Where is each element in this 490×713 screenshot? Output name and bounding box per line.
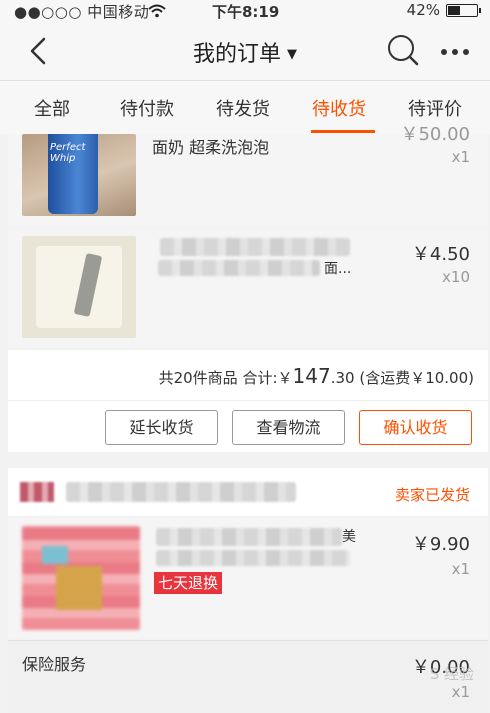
redacted-text: [66, 482, 296, 502]
summary-prefix: 共20件商品 合计:￥: [158, 369, 293, 387]
view-logistics-button[interactable]: 查看物流: [232, 410, 345, 445]
order-item[interactable]: 美 七天退换 ￥9.90 x1: [8, 518, 488, 638]
battery-icon: [446, 3, 481, 17]
carrier-label: ●●○○○ 中国移动: [14, 3, 150, 21]
seven-day-return-badge: 七天退换: [154, 572, 223, 594]
redacted-text: [160, 238, 350, 256]
redacted-text: [156, 550, 350, 566]
tab-all[interactable]: 全部: [34, 95, 70, 121]
product-price: ￥9.90: [411, 534, 470, 555]
product-quantity: x10: [442, 268, 470, 286]
redacted-text: [158, 260, 320, 276]
order-summary: 共20件商品 合计:￥147.30 (含运费￥10.00): [8, 350, 488, 400]
shop-icon: [20, 482, 54, 502]
shop-header[interactable]: 卖家已发货: [8, 468, 488, 516]
page-title-text: 我的订单: [192, 42, 281, 67]
clock: 下午8:19: [212, 3, 280, 21]
product-title: 面奶 超柔洗泡泡: [152, 138, 270, 157]
nav-bar: 我的订单 ▼: [0, 22, 490, 80]
redacted-text: [156, 528, 342, 546]
summary-shipping: (含运费￥10.00): [359, 369, 474, 387]
insurance-service-label: 保险服务: [22, 655, 87, 674]
order-actions: 延长收货 查看物流 确认收货: [8, 400, 488, 452]
product-title: 面...: [324, 261, 352, 277]
wifi-icon: [148, 4, 166, 18]
battery-percent: 42%: [406, 1, 440, 19]
product-price: ￥4.50: [411, 244, 470, 265]
watermark-logo: S 经验: [429, 665, 474, 683]
extend-receipt-button[interactable]: 延长收货: [105, 410, 218, 445]
product-quantity: x1: [451, 560, 470, 578]
product-price: ￥50.00: [400, 124, 470, 145]
tab-pending-receipt[interactable]: 待收货: [312, 95, 366, 121]
order-item[interactable]: 面... ￥4.50 x10: [8, 230, 488, 348]
confirm-receipt-button[interactable]: 确认收货: [359, 410, 472, 445]
more-icon[interactable]: [440, 48, 470, 56]
tab-pending-review[interactable]: 待评价: [408, 95, 462, 121]
summary-amount: 147: [292, 364, 331, 388]
product-quantity: x1: [451, 148, 470, 166]
tab-pending-shipment[interactable]: 待发货: [216, 95, 270, 121]
chevron-down-icon: ▼: [287, 47, 297, 62]
shop-status: 卖家已发货: [394, 486, 470, 504]
product-thumbnail: [22, 526, 140, 630]
search-icon[interactable]: [386, 33, 420, 67]
status-bar: ●●○○○ 中国移动 下午8:19 42%: [0, 0, 490, 22]
insurance-service-row: 保险服务 ￥0.00 x1 S 经验: [8, 640, 488, 713]
summary-amount-decimal: .30: [330, 369, 355, 387]
product-thumbnail: [22, 236, 136, 338]
product-thumbnail: Perfect Whip: [22, 134, 136, 216]
product-brand-text: Perfect Whip: [50, 142, 86, 164]
product-title: 美: [342, 529, 356, 545]
service-quantity: x1: [451, 683, 470, 701]
tab-pending-payment[interactable]: 待付款: [120, 95, 174, 121]
order-item[interactable]: Perfect Whip 面奶 超柔洗泡泡 ￥50.00 x1: [8, 124, 488, 226]
active-tab-indicator: [311, 130, 375, 133]
